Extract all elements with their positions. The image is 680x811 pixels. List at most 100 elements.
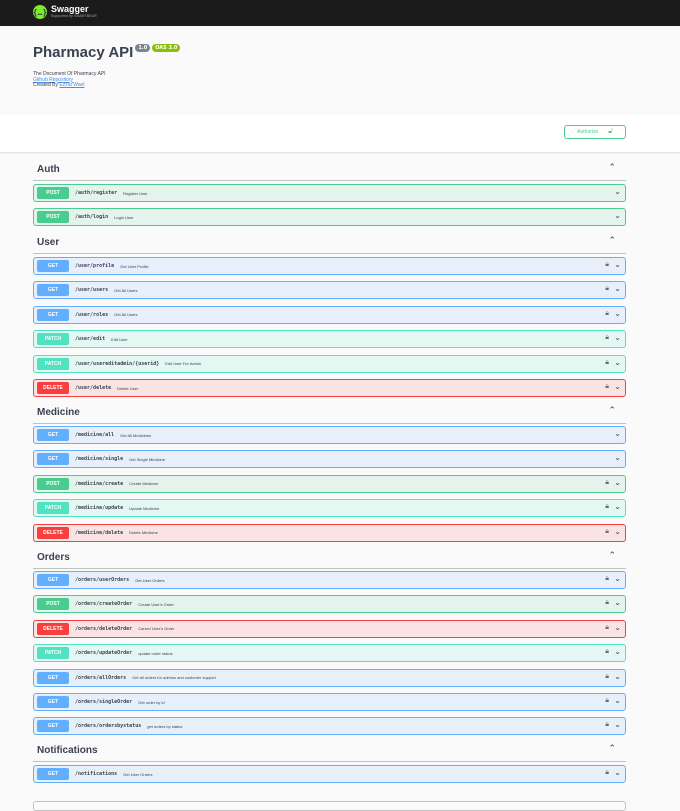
tag-header-orders[interactable]: Orders ⌃ bbox=[33, 547, 626, 569]
chevron-down-icon[interactable]: ⌄ bbox=[614, 260, 621, 269]
chevron-down-icon[interactable]: ⌄ bbox=[614, 598, 621, 607]
operation-row[interactable]: POST/auth/login Login User ⌄ bbox=[33, 208, 626, 227]
authorize-button[interactable]: Authorize 🔓︎ bbox=[564, 125, 626, 139]
operation-row[interactable]: GET/orders/allOrders Get all orders for a… bbox=[33, 668, 626, 687]
chevron-down-icon[interactable]: ⌄ bbox=[614, 211, 621, 220]
method-badge: PATCH bbox=[37, 647, 69, 660]
operation-row[interactable]: GET/user/roles Get All Users 🔒︎ ⌄ bbox=[33, 305, 626, 324]
operation-path: /medicine/all bbox=[75, 432, 115, 438]
logo-text: Swagger Supported by SMARTBEAR bbox=[51, 5, 97, 19]
chevron-down-icon[interactable]: ⌄ bbox=[614, 284, 621, 293]
lock-icon[interactable]: 🔒︎ bbox=[605, 261, 609, 269]
chevron-down-icon[interactable]: ⌄ bbox=[614, 333, 621, 342]
chevron-down-icon[interactable]: ⌄ bbox=[614, 696, 621, 705]
lock-icon[interactable]: 🔒︎ bbox=[605, 503, 609, 511]
tag-header-auth[interactable]: Auth ⌃ bbox=[33, 159, 626, 181]
author-link[interactable]: Ezzat Wael bbox=[59, 82, 84, 88]
operation-path: /medicine/update bbox=[75, 505, 124, 512]
chevron-up-icon[interactable]: ⌃ bbox=[608, 405, 616, 416]
chevron-down-icon[interactable]: ⌄ bbox=[614, 502, 621, 511]
lock-icon[interactable]: 🔒︎ bbox=[605, 285, 609, 293]
operation-path: /notifications bbox=[75, 771, 118, 777]
lock-icon[interactable]: 🔒︎ bbox=[605, 359, 609, 367]
method-badge: GET bbox=[37, 720, 69, 733]
operation-row[interactable]: GET/user/users Get All Users 🔒︎ ⌄ bbox=[33, 281, 626, 300]
operation-row[interactable]: PATCH/user/usereditadmin/{userid} Edit Us… bbox=[33, 354, 626, 373]
operation-path: /user/profile bbox=[75, 263, 115, 269]
lock-icon[interactable]: 🔒︎ bbox=[605, 528, 609, 536]
lock-icon[interactable]: 🔒︎ bbox=[605, 673, 609, 681]
method-badge: POST bbox=[37, 211, 69, 224]
operation-row[interactable]: GET/user/profile Get User Profile 🔒︎ ⌄ bbox=[33, 257, 626, 275]
logo-subtitle: Supported by SMARTBEAR bbox=[51, 14, 97, 19]
topbar: {…} Swagger Supported by SMARTBEAR bbox=[0, 0, 680, 26]
chevron-down-icon[interactable]: ⌄ bbox=[614, 429, 621, 438]
operation-summary: Get all orders for admins and customer s… bbox=[132, 675, 216, 681]
chevron-down-icon[interactable]: ⌄ bbox=[614, 453, 621, 462]
chevron-down-icon[interactable]: ⌄ bbox=[614, 527, 621, 536]
lock-icon[interactable]: 🔒︎ bbox=[605, 648, 609, 656]
operation-summary: Create Medicine bbox=[129, 481, 159, 487]
lock-icon[interactable]: 🔒︎ bbox=[605, 721, 609, 729]
lock-icon[interactable]: 🔒︎ bbox=[605, 599, 609, 607]
swagger-logo[interactable]: {…} Swagger Supported by SMARTBEAR bbox=[33, 5, 97, 19]
method-badge: GET bbox=[37, 308, 69, 321]
operation-summary: Cancel User's Order bbox=[138, 626, 175, 632]
lock-icon[interactable]: 🔒︎ bbox=[605, 334, 609, 342]
chevron-down-icon[interactable]: ⌄ bbox=[614, 672, 621, 681]
authorize-label: Authorize bbox=[577, 129, 599, 135]
operation-row[interactable]: PATCH/user/edit Edit User 🔒︎ ⌄ bbox=[33, 330, 626, 349]
chevron-down-icon[interactable]: ⌄ bbox=[614, 647, 621, 656]
lock-icon[interactable]: 🔒︎ bbox=[605, 383, 609, 391]
tag-header-user[interactable]: User ⌃ bbox=[33, 232, 626, 254]
operation-row[interactable]: POST/medicine/create Create Medicine 🔒︎ ⌄ bbox=[33, 474, 626, 493]
operation-summary: Edit User bbox=[111, 336, 128, 342]
chevron-down-icon[interactable]: ⌄ bbox=[614, 358, 621, 367]
operation-row[interactable]: DELETE/orders/deleteOrder Cancel User's O… bbox=[33, 619, 626, 638]
operation-row[interactable]: GET/orders/userOrders Get User Orders 🔒︎ ⌄ bbox=[33, 571, 626, 589]
lock-icon[interactable]: 🔒︎ bbox=[605, 575, 609, 583]
chevron-down-icon[interactable]: ⌄ bbox=[614, 623, 621, 632]
api-description: The Document Of Pharmacy API Github Repo… bbox=[33, 71, 106, 89]
operation-summary: Get All Medicines bbox=[120, 432, 152, 438]
method-badge: GET bbox=[37, 768, 69, 780]
tag-header-notifications[interactable]: Notifications ⌃ bbox=[33, 740, 626, 762]
operation-row[interactable]: POST/orders/createOrder Create User's Ord… bbox=[33, 595, 626, 614]
operation-row[interactable]: DELETE/user/delete Delete User 🔒︎ ⌄ bbox=[33, 379, 626, 397]
operation-row[interactable]: GET/medicine/all Get All Medicines ⌄ bbox=[33, 426, 626, 444]
chevron-up-icon[interactable]: ⌃ bbox=[608, 162, 616, 173]
chevron-down-icon[interactable]: ⌄ bbox=[614, 768, 621, 777]
operation-row[interactable]: POST/auth/register Register User ⌄ bbox=[33, 184, 626, 202]
operation-summary: Get User Orders bbox=[123, 771, 153, 777]
chevron-up-icon[interactable]: ⌃ bbox=[608, 743, 616, 754]
operation-row[interactable]: GET/medicine/single Get Single Medicine ⌄ bbox=[33, 450, 626, 469]
lock-icon[interactable]: 🔒︎ bbox=[605, 624, 609, 632]
chevron-down-icon[interactable]: ⌄ bbox=[614, 574, 621, 583]
lock-icon[interactable]: 🔒︎ bbox=[605, 479, 609, 487]
operation-row[interactable]: GET/notifications Get User Orders 🔒︎ ⌄ bbox=[33, 765, 626, 783]
lock-icon[interactable]: 🔒︎ bbox=[605, 697, 609, 705]
chevron-down-icon[interactable]: ⌄ bbox=[614, 478, 621, 487]
method-badge: DELETE bbox=[37, 622, 69, 635]
logo-title: Swagger bbox=[51, 4, 89, 15]
chevron-down-icon[interactable]: ⌄ bbox=[614, 382, 621, 391]
operation-row[interactable]: GET/orders/singleOrder Get order by id 🔒︎ ⌄ bbox=[33, 693, 626, 711]
tag-header-medicine[interactable]: Medicine ⌃ bbox=[33, 402, 626, 424]
lock-icon[interactable]: 🔒︎ bbox=[605, 310, 609, 318]
operation-row[interactable]: PATCH/medicine/update Update Medicine 🔒︎ ⌄ bbox=[33, 499, 626, 518]
operation-row[interactable]: PATCH/orders/updateOrder update order sta… bbox=[33, 644, 626, 663]
lock-icon[interactable]: 🔒︎ bbox=[605, 769, 609, 777]
chevron-up-icon[interactable]: ⌃ bbox=[608, 550, 616, 561]
chevron-down-icon[interactable]: ⌄ bbox=[614, 309, 621, 318]
operation-row[interactable]: GET/orders/ordersbystatus get orders by s… bbox=[33, 717, 626, 736]
operation-summary: Get order by id bbox=[138, 699, 165, 705]
operation-row[interactable]: DELETE/medicine/delete Delete Medicine 🔒︎ ⌄ bbox=[33, 523, 626, 542]
schemas-section[interactable] bbox=[33, 801, 626, 811]
operation-path: /user/usereditadmin/{userid} bbox=[75, 360, 160, 367]
chevron-down-icon[interactable]: ⌄ bbox=[614, 187, 621, 196]
chevron-up-icon[interactable]: ⌃ bbox=[608, 235, 616, 246]
operation-path: /medicine/delete bbox=[75, 529, 124, 536]
chevron-down-icon[interactable]: ⌄ bbox=[614, 720, 621, 729]
tag-name: Notifications bbox=[37, 745, 98, 756]
method-badge: POST bbox=[37, 598, 69, 611]
